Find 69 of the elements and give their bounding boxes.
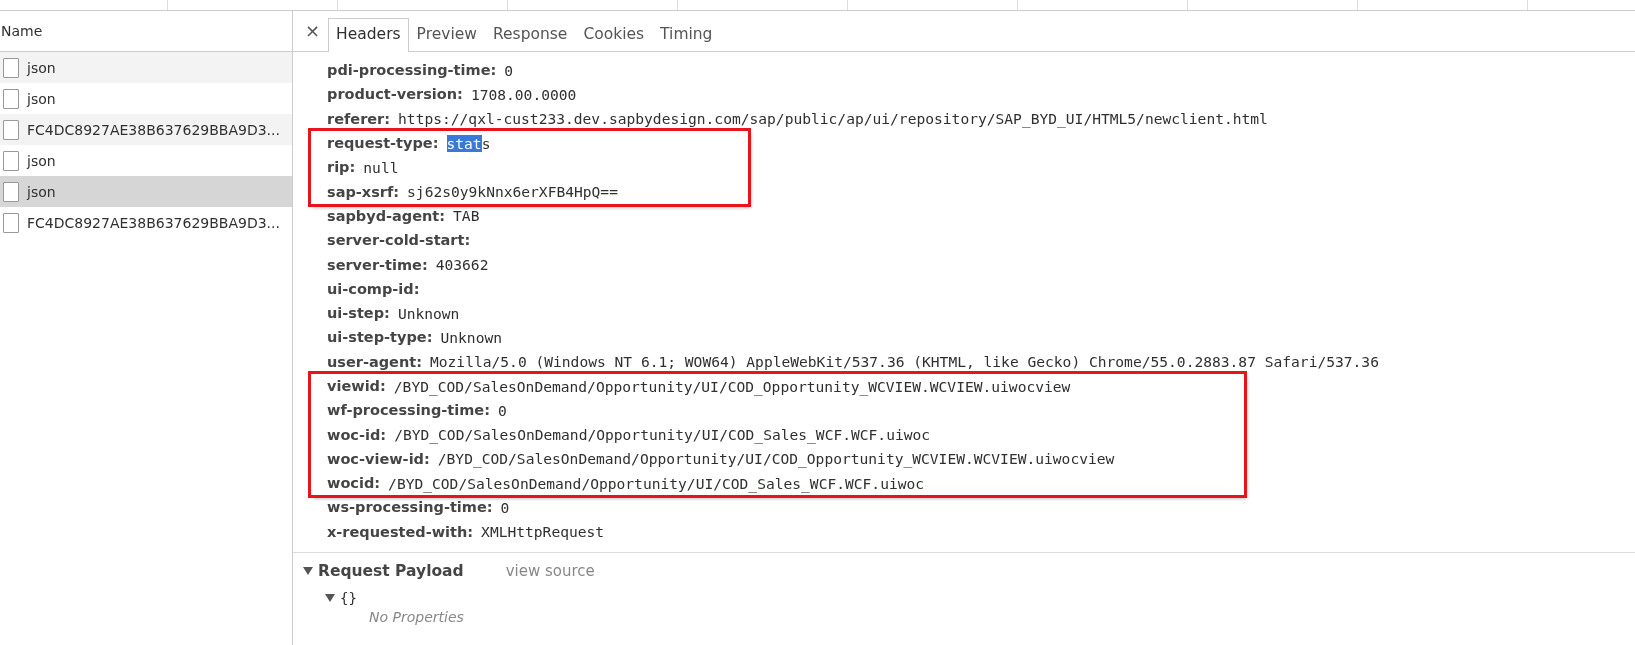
file-icon — [3, 88, 19, 109]
header-value: /BYD_COD/SalesOnDemand/Opportunity/UI/COD_Sales_WCF.WCF.uiwoc — [388, 474, 925, 492]
request-name: json — [27, 59, 56, 76]
header-value: Unknown — [397, 304, 460, 322]
header-name: woc-view-id: — [327, 450, 430, 467]
header-value: 0 — [500, 499, 510, 516]
empty-properties-text: No Properties — [369, 608, 464, 625]
request-item[interactable]: FC4DC8927AE38B637629BBA9D3... — [0, 207, 292, 238]
tab[interactable]: Response — [484, 18, 576, 51]
column-header[interactable]: Name — [0, 23, 43, 39]
file-icon — [3, 212, 19, 233]
header-name: ui-comp-id: — [327, 280, 420, 297]
file-icon — [3, 119, 19, 140]
header-name: product-version: — [327, 86, 463, 103]
view-source-link[interactable]: view source — [505, 561, 595, 580]
request-name: json — [27, 152, 56, 169]
header-name: ui-step: — [327, 305, 390, 322]
header-name: rip: — [327, 159, 356, 176]
object-label: {} — [340, 589, 357, 606]
close-button[interactable]: × — [299, 20, 329, 51]
header-value: 0 — [498, 401, 507, 419]
header-value: null — [363, 158, 399, 176]
expanded-triangle-icon[interactable] — [303, 565, 313, 576]
header-name: wocid: — [327, 475, 381, 492]
header-value: https://qxl-cust233.dev.sapbydesign.com/sap/public/ap/ui/repository/SAP_BYD_UI/HTML5/newclient.html — [398, 110, 1268, 128]
header-name: server-time: — [327, 256, 428, 273]
header-value: 1708.00.0000 — [470, 85, 577, 103]
header-name: wf-processing-time: — [327, 402, 490, 419]
header-value: 403662 — [435, 256, 489, 273]
expanded-triangle-icon[interactable] — [325, 592, 335, 603]
header-value: Unknown — [440, 328, 503, 346]
request-item[interactable]: json — [0, 52, 292, 83]
section-title: Request Payload — [318, 561, 464, 580]
header-name: viewid: — [327, 378, 386, 394]
header-name: ws-processing-time: — [327, 499, 493, 516]
file-icon — [3, 150, 19, 171]
header-name: request-type: — [327, 135, 439, 152]
request-item[interactable]: json — [0, 176, 292, 207]
header-name: sap-xsrf: — [327, 183, 400, 200]
header-name: referer: — [327, 110, 391, 127]
request-item[interactable]: json — [0, 83, 292, 114]
header-value: XMLHttpRequest — [481, 523, 605, 541]
header-value: TAB — [453, 207, 480, 225]
tab[interactable]: Headers — [328, 18, 409, 52]
file-icon — [3, 181, 19, 202]
header-value: /BYD_COD/SalesOnDemand/Opportunity/UI/COD_Sales_WCF.WCF.uiwoc — [394, 426, 931, 444]
header-name: pdi-processing-time: — [327, 62, 497, 79]
request-name: FC4DC8927AE38B637629BBA9D3... — [27, 214, 280, 231]
header-name: ui-step-type: — [327, 329, 433, 346]
file-icon — [3, 57, 19, 78]
header-value: /BYD_COD/SalesOnDemand/Opportunity/UI/COD_Opportunity_WCVIEW.WCVIEW.uiwocview — [437, 450, 1115, 468]
request-name: FC4DC8927AE38B637629BBA9D3... — [27, 121, 280, 138]
header-name: user-agent: — [327, 353, 422, 370]
request-item[interactable]: FC4DC8927AE38B637629BBA9D3... — [0, 114, 292, 145]
request-name: json — [27, 90, 56, 107]
request-name: json — [27, 183, 56, 200]
header-name: server-cold-start: — [327, 232, 471, 249]
header-value: 0 — [504, 61, 514, 79]
header-value: Mozilla/5.0 (Windows NT 6.1; WOW64) AppleWebKit/537.36 (KHTML, like Gecko) Chrome/55.0.2883.87 Safari/537.36 — [430, 353, 1379, 371]
tab[interactable]: Cookies — [575, 18, 653, 51]
tab[interactable]: Timing — [652, 18, 721, 51]
tab[interactable]: Preview — [408, 18, 485, 51]
header-name: sapbyd-agent: — [327, 207, 446, 224]
header-name: woc-id: — [327, 426, 387, 443]
header-value: sj62s0y9kNnx6erXFB4HpQ== — [407, 183, 618, 201]
request-item[interactable]: json — [0, 145, 292, 176]
header-value: stat s — [446, 134, 491, 152]
header-value: /BYD_COD/SalesOnDemand/Opportunity/UI/COD_Opportunity_WCVIEW.WCVIEW.uiwocview — [393, 377, 1071, 395]
header-name: x-requested-with: — [327, 523, 474, 540]
